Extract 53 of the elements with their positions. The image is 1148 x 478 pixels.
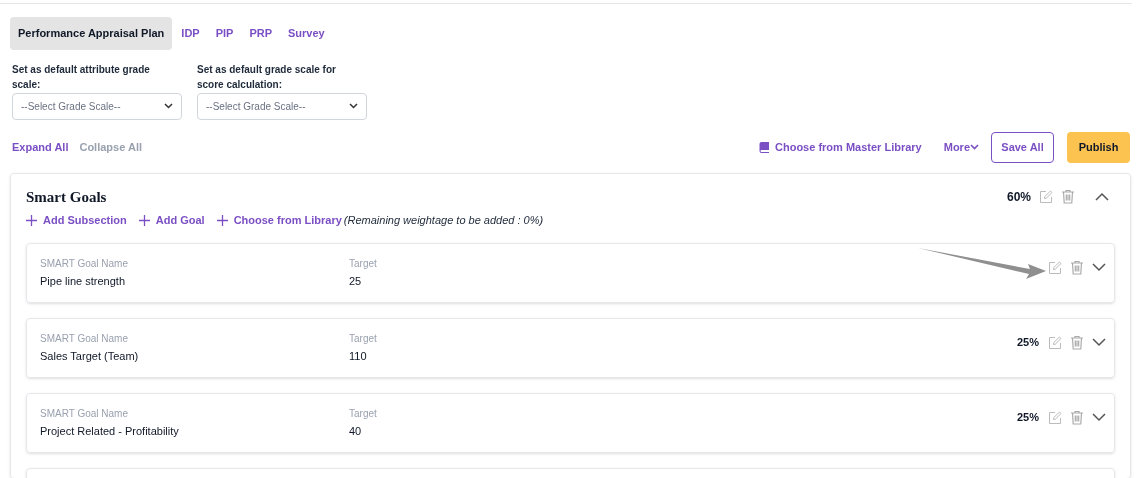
goal-target: 25 [349, 273, 363, 289]
master-library-link[interactable]: Choose from Master Library [758, 138, 922, 156]
plus-icon [26, 214, 37, 226]
plus-icon [138, 214, 150, 226]
weight-percent: 25% [1017, 335, 1040, 351]
goal-target: 40 [349, 423, 363, 439]
edit-icon[interactable] [1048, 260, 1062, 275]
book-icon [758, 141, 770, 153]
chevron-down-icon [349, 103, 358, 109]
grade-scale-select[interactable]: --Select Grade Scale-- [197, 92, 367, 120]
field-label: Target [349, 331, 378, 346]
grade-scale-select[interactable]: --Select Grade Scale-- [12, 92, 182, 120]
tab[interactable]: PIP [208, 17, 241, 50]
chevron-down-icon[interactable] [1092, 263, 1106, 272]
weight-percent: 25% [1017, 410, 1040, 426]
tab[interactable]: Survey [281, 17, 332, 50]
tab[interactable]: IDP [174, 17, 207, 50]
more-menu[interactable]: More [943, 138, 979, 156]
field-label: SMART Goal Name [40, 331, 129, 346]
weight-percent: 60% [1006, 188, 1031, 206]
delete-icon[interactable] [1061, 189, 1075, 205]
publish-button[interactable]: Publish [1067, 131, 1130, 163]
delete-icon[interactable] [1070, 335, 1084, 350]
chevron-down-icon[interactable] [1092, 338, 1106, 347]
goal-target: 110 [349, 348, 368, 364]
plus-icon [216, 214, 228, 226]
field-label: Target [349, 256, 378, 271]
weightage-note: (Remaining weightage to be added : 0%) [343, 213, 544, 228]
field-label: SMART Goal Name [40, 256, 129, 271]
add-link[interactable]: Choose from Library [216, 212, 342, 229]
chevron-down-icon [164, 103, 173, 109]
goal-name: Pipe line strength [40, 273, 126, 289]
edit-icon[interactable] [1048, 410, 1062, 425]
field-label: Set as default grade scale for score calculation: [197, 62, 337, 92]
section-title: Smart Goals [26, 187, 107, 207]
chevron-up-icon[interactable] [1095, 192, 1109, 202]
goal-name: Sales Target (Team) [40, 348, 140, 364]
field-label: SMART Goal Name [40, 406, 129, 421]
tab[interactable]: Performance Appraisal Plan [10, 17, 173, 50]
tab[interactable]: PRP [242, 17, 280, 50]
chevron-down-icon [970, 143, 979, 151]
field-label: Target [349, 406, 378, 421]
add-link[interactable]: Add Subsection [26, 212, 127, 229]
goal-name: Project Related - Profitability [40, 423, 180, 439]
chevron-down-icon[interactable] [1092, 413, 1106, 422]
edit-icon[interactable] [1039, 189, 1053, 204]
save-all-button[interactable]: Save All [991, 131, 1054, 163]
delete-icon[interactable] [1070, 410, 1084, 425]
edit-icon[interactable] [1048, 335, 1062, 350]
add-link[interactable]: Add Goal [138, 212, 205, 229]
delete-icon[interactable] [1070, 260, 1084, 275]
expand-all-link[interactable]: Expand All [12, 138, 69, 156]
field-label: Set as default attribute grade scale: [12, 62, 151, 92]
